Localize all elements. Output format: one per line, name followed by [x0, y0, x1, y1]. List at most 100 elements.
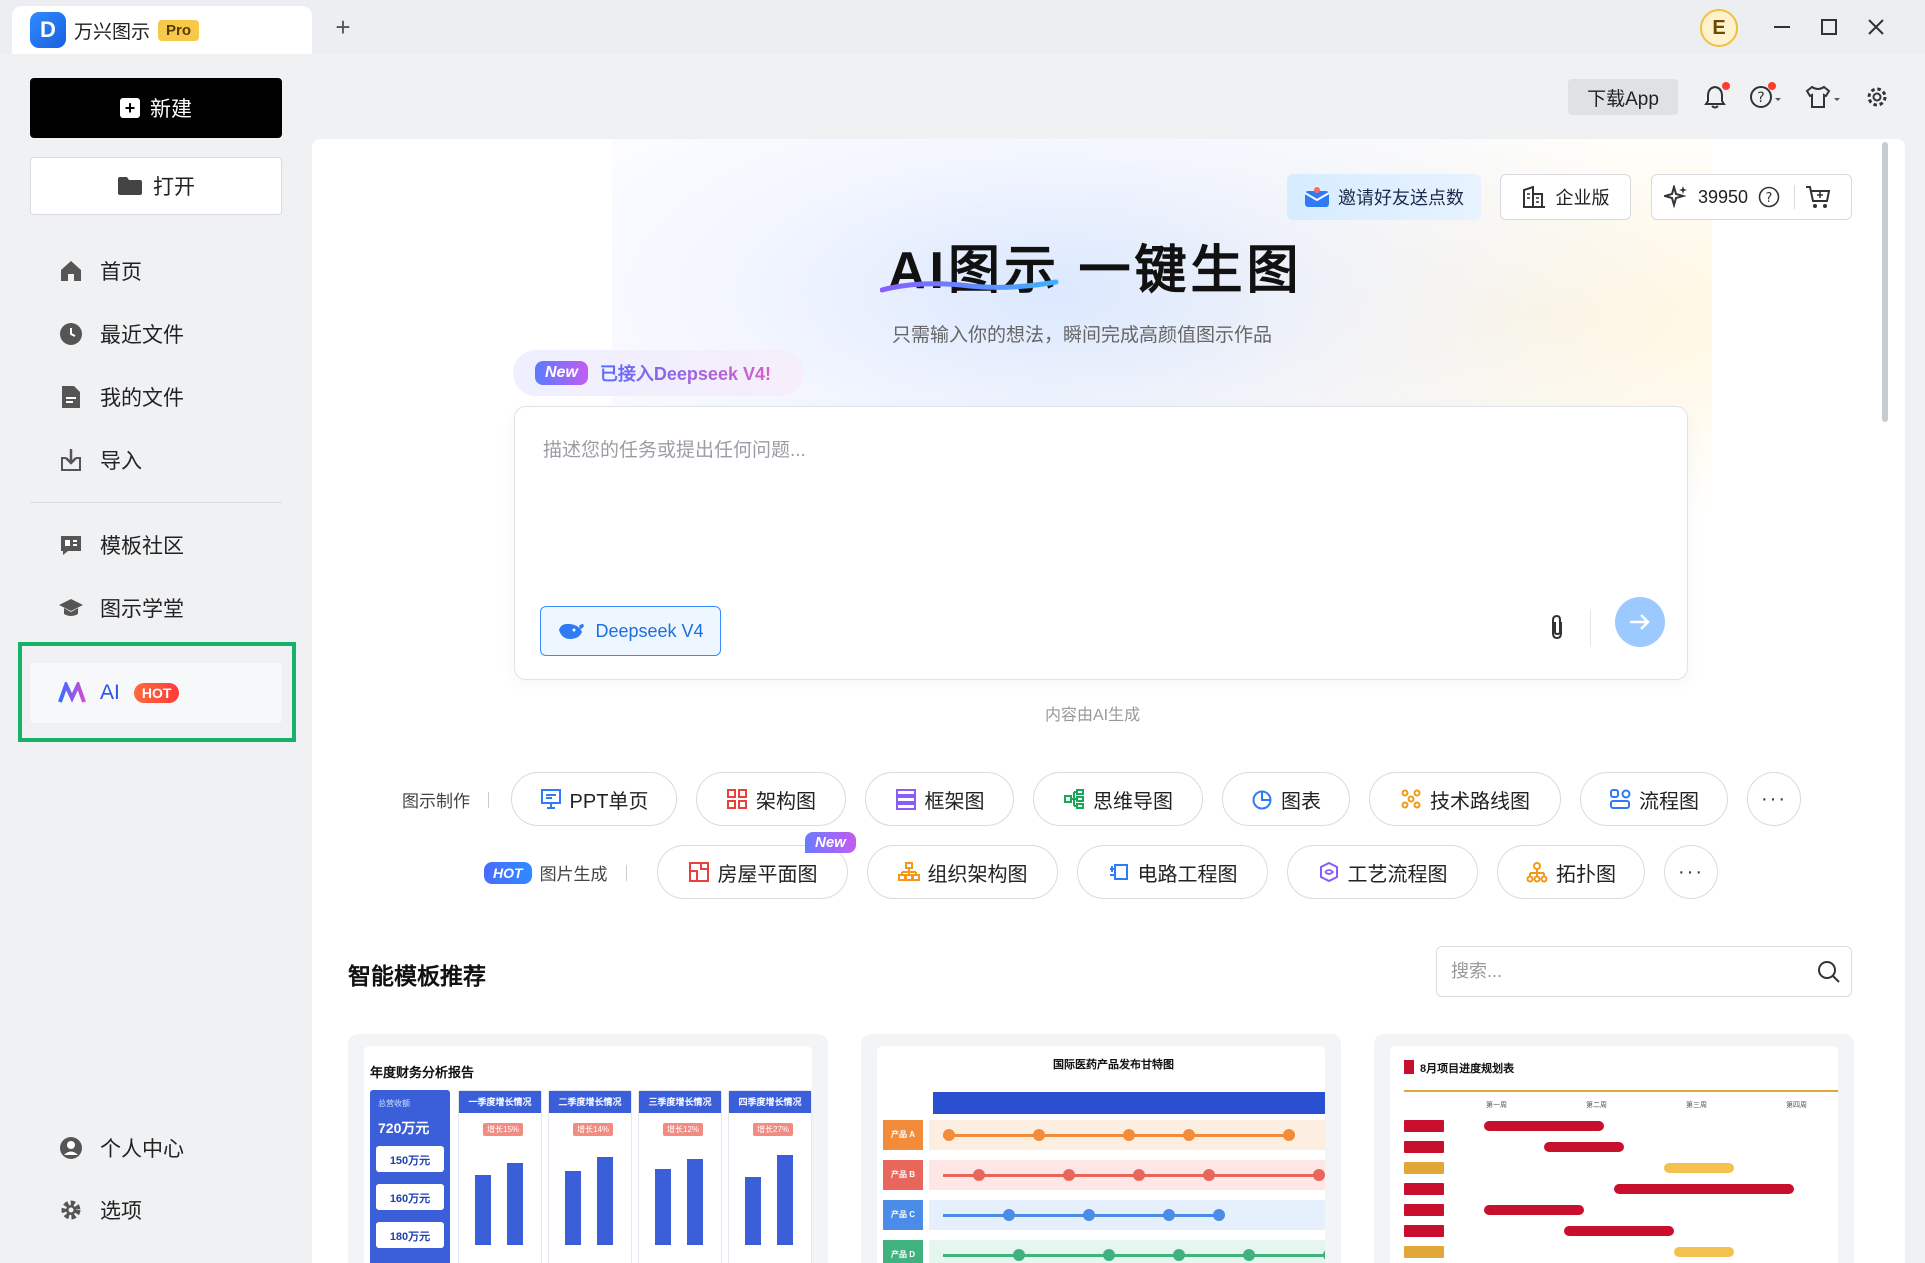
panel-header: 三季度增长情况 [639, 1091, 721, 1113]
chip-label: 思维导图 [1093, 790, 1173, 813]
chip-label: 框架图 [924, 790, 985, 813]
chip-ppt[interactable]: PPT单页 [511, 772, 677, 826]
gantt-row-label: 产品 A [883, 1120, 923, 1150]
model-select-button[interactable]: Deepseek V4 [540, 606, 721, 656]
enterprise-button[interactable]: 企业版 [1500, 174, 1631, 220]
deepseek-announcement[interactable]: New 已接入Deepseek V4! [513, 350, 804, 396]
gantt-band [929, 1240, 1325, 1263]
avatar[interactable]: E [1700, 9, 1738, 47]
template-card[interactable]: 年度财务分析报告 总营收额 720万元 150万元 160万元 180万元 一季… [348, 1034, 828, 1263]
floor-plan-icon [688, 862, 709, 882]
template-search-input[interactable] [1451, 961, 1807, 982]
svg-text:?: ? [1766, 191, 1773, 206]
new-chip: New [535, 361, 588, 385]
send-button[interactable] [1615, 597, 1665, 647]
template-card[interactable]: 国际医药产品发布甘特图 产品 A 产品 B 产品 C 产品 D [861, 1034, 1341, 1263]
download-app-button[interactable]: 下载App [1568, 79, 1678, 115]
chip-flowchart[interactable]: 流程图 [1580, 772, 1728, 826]
app-tab[interactable]: D 万兴图示 Pro [12, 6, 312, 54]
bar [687, 1159, 703, 1245]
plus-icon: + [120, 98, 140, 118]
chip-tech-roadmap[interactable]: 技术路线图 [1369, 772, 1561, 826]
new-button-label: 新建 [150, 98, 192, 121]
more-diagram-types-button[interactable]: ··· [1747, 772, 1801, 826]
growth-tag: 增长27% [753, 1123, 794, 1136]
quarter-panel: 四季度增长情况 增长27% [728, 1090, 812, 1263]
topology-icon [1526, 862, 1548, 883]
gantt-row: 产品 C [883, 1200, 1325, 1230]
chip-chart[interactable]: 图表 [1222, 772, 1350, 826]
svg-text:?: ? [1757, 90, 1764, 106]
sidebar-item-academy[interactable]: 图示学堂 [58, 588, 184, 628]
sidebar-item-home[interactable]: 首页 [58, 251, 142, 291]
week-label: 第一周 [1486, 1102, 1507, 1109]
plan-bar [1614, 1184, 1794, 1194]
whale-icon [559, 623, 585, 639]
gantt-milestone [1003, 1209, 1015, 1221]
gear-icon [58, 1197, 84, 1223]
home-icon [58, 258, 84, 284]
gantt-header [933, 1092, 1325, 1114]
prompt-input[interactable] [543, 435, 1643, 555]
cart-icon[interactable] [1805, 185, 1831, 209]
sidebar-item-recent[interactable]: 最近文件 [58, 314, 184, 354]
minimize-button[interactable] [1765, 10, 1799, 44]
sidebar-item-label: 首页 [100, 261, 142, 284]
sidebar-item-profile[interactable]: 个人中心 [58, 1128, 184, 1168]
app-logo-icon: D [30, 12, 66, 48]
plan-bar [1544, 1142, 1624, 1152]
sidebar-item-ai[interactable]: AI HOT [30, 663, 282, 723]
notification-button[interactable] [1700, 82, 1730, 112]
help-circle-icon[interactable]: ? [1758, 186, 1780, 208]
new-button[interactable]: + 新建 [30, 78, 282, 138]
template-thumb-title: 年度财务分析报告 [370, 1065, 475, 1080]
skin-button[interactable] [1803, 82, 1843, 112]
panel-header: 四季度增长情况 [729, 1091, 811, 1113]
chip-process-flow[interactable]: 工艺流程图 [1287, 845, 1478, 899]
attach-button[interactable] [1537, 607, 1577, 647]
sidebar-item-label: 个人中心 [100, 1138, 184, 1161]
settings-button[interactable] [1862, 82, 1892, 112]
chip-framework[interactable]: 框架图 [865, 772, 1014, 826]
template-thumbnail: 8月项目进度规划表 第一周 第二周 第三周 第四周 [1390, 1046, 1838, 1263]
chip-label: 房屋平面图 [717, 863, 818, 886]
sidebar-item-my-files[interactable]: 我的文件 [58, 377, 184, 417]
chip-topology[interactable]: 拓扑图 [1497, 845, 1645, 899]
chip-architecture[interactable]: 架构图 [696, 772, 846, 826]
week-label: 第二周 [1586, 1102, 1607, 1109]
shirt-icon [1805, 85, 1840, 108]
sidebar-item-options[interactable]: 选项 [58, 1190, 142, 1230]
credits-display[interactable]: 39950 ? [1651, 174, 1852, 220]
plan-label [1404, 1141, 1444, 1153]
gantt-row-label: 产品 B [883, 1160, 923, 1190]
help-button[interactable]: ? [1746, 82, 1786, 112]
sidebar-item-import[interactable]: 导入 [58, 440, 142, 480]
chip-label: 拓扑图 [1556, 863, 1616, 886]
chip-circuit[interactable]: 电路工程图 [1077, 845, 1268, 899]
maximize-button[interactable] [1812, 10, 1846, 44]
open-button[interactable]: 打开 [30, 157, 282, 215]
plan-bar [1564, 1226, 1674, 1236]
hot-badge: HOT [133, 683, 180, 703]
sidebar-divider [30, 502, 282, 503]
scrollbar[interactable] [1882, 142, 1888, 422]
growth-tag: 增长15% [483, 1123, 524, 1136]
close-button[interactable] [1859, 10, 1893, 44]
invite-friends-button[interactable]: 邀请好友送点数 [1287, 174, 1481, 220]
community-icon [58, 532, 84, 558]
chip-mindmap[interactable]: 思维导图 [1033, 772, 1203, 826]
plan-row [1404, 1204, 1838, 1216]
close-icon [1868, 19, 1884, 35]
invite-label: 邀请好友送点数 [1338, 188, 1464, 208]
more-image-types-button[interactable]: ··· [1664, 845, 1718, 899]
q-value: 180万元 [376, 1222, 444, 1248]
template-card[interactable]: 8月项目进度规划表 第一周 第二周 第三周 第四周 [1374, 1034, 1854, 1263]
new-tab-button[interactable]: + [330, 14, 356, 40]
file-icon [58, 384, 84, 410]
sidebar-item-community[interactable]: 模板社区 [58, 525, 184, 565]
search-icon[interactable] [1807, 950, 1851, 994]
row-label-text: 图片生成 [539, 865, 608, 884]
chip-org-chart[interactable]: 组织架构图 [867, 845, 1058, 899]
plan-row [1404, 1141, 1838, 1153]
chip-floor-plan[interactable]: 房屋平面图 [657, 845, 848, 899]
